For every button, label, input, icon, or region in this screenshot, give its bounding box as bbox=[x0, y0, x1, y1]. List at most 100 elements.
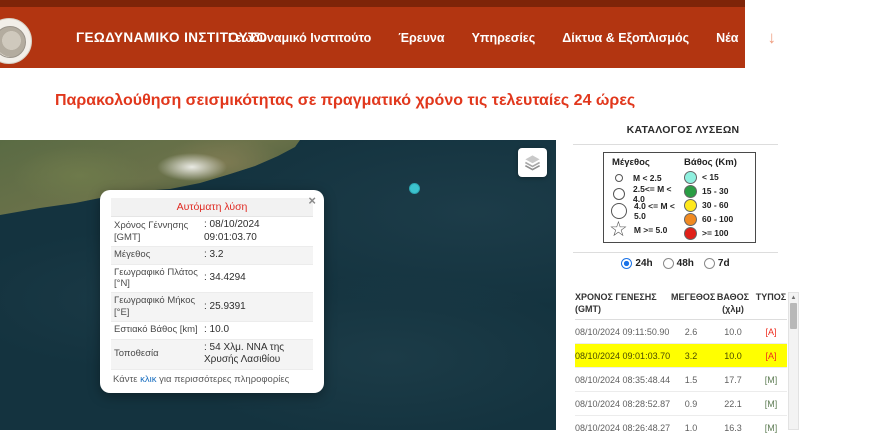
legend-label: M < 2.5 bbox=[633, 173, 662, 183]
cell-magnitude: 2.6 bbox=[671, 327, 711, 337]
large-circle-icon bbox=[611, 203, 627, 219]
depth-dot-orange-icon bbox=[684, 213, 697, 226]
divider bbox=[573, 252, 778, 253]
field-label: Τοποθεσία bbox=[114, 348, 204, 360]
cell-type: [M] bbox=[755, 423, 787, 433]
cell-time: 08/10/2024 09:01:03.70 bbox=[575, 351, 671, 361]
field-label: Γεωγραφικό Πλάτος [°N] bbox=[114, 267, 204, 291]
cell-depth: 17.7 bbox=[711, 375, 755, 385]
institute-logo bbox=[0, 18, 32, 64]
legend-label: M >= 5.0 bbox=[634, 225, 668, 235]
cell-time: 08/10/2024 08:28:52.87 bbox=[575, 399, 671, 409]
map-legend: Μέγεθος M < 2.5 2.5<= M < 4.0 4.0 <= M <… bbox=[603, 152, 756, 243]
field-label: Γεωγραφικό Μήκος [°E] bbox=[114, 295, 204, 319]
legend-item: >= 100 bbox=[684, 226, 737, 240]
cell-type: [M] bbox=[755, 375, 787, 385]
close-icon[interactable]: × bbox=[308, 194, 316, 207]
legend-label: 4.0 <= M < 5.0 bbox=[634, 201, 684, 221]
scrollbar-thumb[interactable] bbox=[790, 303, 797, 329]
legend-depth-column: Βάθος (Km) < 15 15 - 30 30 - 60 60 - 100… bbox=[684, 157, 737, 240]
field-label: Χρόνος Γέννησης [GMT] bbox=[114, 220, 204, 244]
nav-item-networks[interactable]: Δίκτυα & Εξοπλισμός bbox=[562, 31, 689, 45]
cell-magnitude: 3.2 bbox=[671, 351, 711, 361]
radio-selected-icon bbox=[621, 258, 632, 269]
earthquake-popup: × Αυτόματη λύση Χρόνος Γέννησης [GMT] : … bbox=[100, 190, 324, 393]
nav-item-services[interactable]: Υπηρεσίες bbox=[472, 31, 536, 45]
main-nav: Γεωδυναμικό Ινστιτούτο Έρευνα Υπηρεσίες … bbox=[228, 7, 776, 68]
more-info-link[interactable]: κλικ bbox=[140, 374, 156, 385]
popup-row-longitude: Γεωγραφικό Μήκος [°E] : 25.9391 bbox=[111, 293, 313, 322]
depth-dot-yellow-icon bbox=[684, 199, 697, 212]
cell-magnitude: 0.9 bbox=[671, 399, 711, 409]
depth-dot-cyan-icon bbox=[684, 171, 697, 184]
radio-48h[interactable]: 48h bbox=[663, 258, 694, 269]
divider bbox=[573, 144, 778, 145]
legend-label: 15 - 30 bbox=[702, 186, 728, 196]
legend-magnitude-title: Μέγεθος bbox=[612, 157, 684, 168]
catalog-title: ΚΑΤΑΛΟΓΟΣ ΛΥΣΕΩΝ bbox=[573, 124, 793, 136]
table-row[interactable]: 08/10/2024 09:11:50.90 2.6 10.0 [A] bbox=[575, 320, 787, 344]
cell-depth: 22.1 bbox=[711, 399, 755, 409]
field-label: Εστιακό Βάθος [km] bbox=[114, 324, 204, 336]
legend-label: >= 100 bbox=[702, 228, 728, 238]
header-type: ΤΥΠΟΣ bbox=[755, 292, 787, 315]
cell-depth: 10.0 bbox=[711, 327, 755, 337]
arrow-down-icon[interactable]: ↓ bbox=[767, 28, 776, 48]
depth-dot-green-icon bbox=[684, 185, 697, 198]
table-row-highlighted[interactable]: 08/10/2024 09:01:03.70 3.2 10.0 [A] bbox=[575, 344, 787, 368]
cell-time: 08/10/2024 08:35:48.44 bbox=[575, 375, 671, 385]
popup-row-origin-time: Χρόνος Γέννησης [GMT] : 08/10/2024 09:01… bbox=[111, 217, 313, 247]
nav-item-news[interactable]: Νέα bbox=[716, 31, 738, 45]
table-row[interactable]: 08/10/2024 08:28:52.87 0.9 22.1 [M] bbox=[575, 392, 787, 416]
layers-icon bbox=[523, 153, 542, 172]
legend-item: 30 - 60 bbox=[684, 198, 737, 212]
page-title: Παρακολούθηση σεισμικότητας σε πραγματικ… bbox=[55, 92, 635, 110]
seismicity-map[interactable]: × Αυτόματη λύση Χρόνος Γέννησης [GMT] : … bbox=[0, 140, 556, 430]
cell-depth: 16.3 bbox=[711, 423, 755, 433]
depth-dot-red-icon bbox=[684, 227, 697, 240]
legend-item: 2.5<= M < 4.0 bbox=[612, 186, 684, 203]
radio-icon bbox=[663, 258, 674, 269]
cell-type: [A] bbox=[755, 327, 787, 337]
solutions-sidebar: ΚΑΤΑΛΟΓΟΣ ΛΥΣΕΩΝ Μέγεθος M < 2.5 2.5<= M… bbox=[563, 124, 823, 430]
nav-item-research[interactable]: Έρευνα bbox=[398, 31, 444, 45]
legend-item: ☆ M >= 5.0 bbox=[612, 220, 684, 240]
star-icon: ☆ bbox=[609, 223, 628, 237]
radio-24h[interactable]: 24h bbox=[621, 258, 652, 269]
footer-text: Κάντε bbox=[113, 374, 140, 385]
time-filter-group: 24h 48h 7d bbox=[573, 258, 778, 269]
scroll-up-icon[interactable]: ▲ bbox=[789, 294, 798, 302]
earthquake-table: ΧΡΟΝΟΣ ΓΕΝΕΣΗΣ (GMT) ΜΕΓΕΘΟΣ ΒΑΘΟΣ (χλμ)… bbox=[575, 292, 787, 440]
navbar: ΓΕΩΔΥΝΑΜΙΚΟ ΙΝΣΤΙΤΟΥΤΟ Γεωδυναμικό Ινστι… bbox=[0, 7, 745, 68]
radio-label: 7d bbox=[718, 258, 730, 269]
cell-time: 08/10/2024 08:26:48.27 bbox=[575, 423, 671, 433]
table-row[interactable]: 08/10/2024 08:26:48.27 1.0 16.3 [M] bbox=[575, 416, 787, 440]
nav-item-institute[interactable]: Γεωδυναμικό Ινστιτούτο bbox=[228, 31, 371, 45]
field-label: Μέγεθος bbox=[114, 249, 204, 261]
field-value: : 25.9391 bbox=[204, 301, 246, 314]
earthquake-marker[interactable] bbox=[409, 183, 420, 194]
legend-label: < 15 bbox=[702, 172, 719, 182]
popup-row-depth: Εστιακό Βάθος [km] : 10.0 bbox=[111, 322, 313, 340]
header-magnitude: ΜΕΓΕΘΟΣ bbox=[671, 292, 711, 315]
popup-title: Αυτόματη λύση bbox=[111, 198, 313, 217]
legend-label: 60 - 100 bbox=[702, 214, 733, 224]
field-value: : 08/10/2024 09:01:03.70 bbox=[204, 219, 310, 244]
table-header: ΧΡΟΝΟΣ ΓΕΝΕΣΗΣ (GMT) ΜΕΓΕΘΟΣ ΒΑΘΟΣ (χλμ)… bbox=[575, 292, 787, 320]
radio-label: 24h bbox=[635, 258, 652, 269]
cell-depth: 10.0 bbox=[711, 351, 755, 361]
cell-magnitude: 1.5 bbox=[671, 375, 711, 385]
map-layers-button[interactable] bbox=[518, 148, 547, 177]
header-depth: ΒΑΘΟΣ (χλμ) bbox=[711, 292, 755, 315]
table-row[interactable]: 08/10/2024 08:35:48.44 1.5 17.7 [M] bbox=[575, 368, 787, 392]
table-scrollbar[interactable]: ▲ bbox=[788, 292, 799, 430]
legend-depth-title: Βάθος (Km) bbox=[684, 157, 737, 168]
radio-7d[interactable]: 7d bbox=[704, 258, 730, 269]
field-value: : 3.2 bbox=[204, 249, 223, 262]
popup-footer: Κάντε κλικ για περισσότερες πληροφορίες bbox=[111, 370, 313, 386]
popup-row-latitude: Γεωγραφικό Πλάτος [°N] : 34.4294 bbox=[111, 265, 313, 294]
medium-circle-icon bbox=[613, 188, 625, 200]
cell-magnitude: 1.0 bbox=[671, 423, 711, 433]
legend-item: < 15 bbox=[684, 170, 737, 184]
field-value: : 54 Χλμ. ΝΝΑ της Χρυσής Λασιθίου bbox=[204, 342, 310, 367]
